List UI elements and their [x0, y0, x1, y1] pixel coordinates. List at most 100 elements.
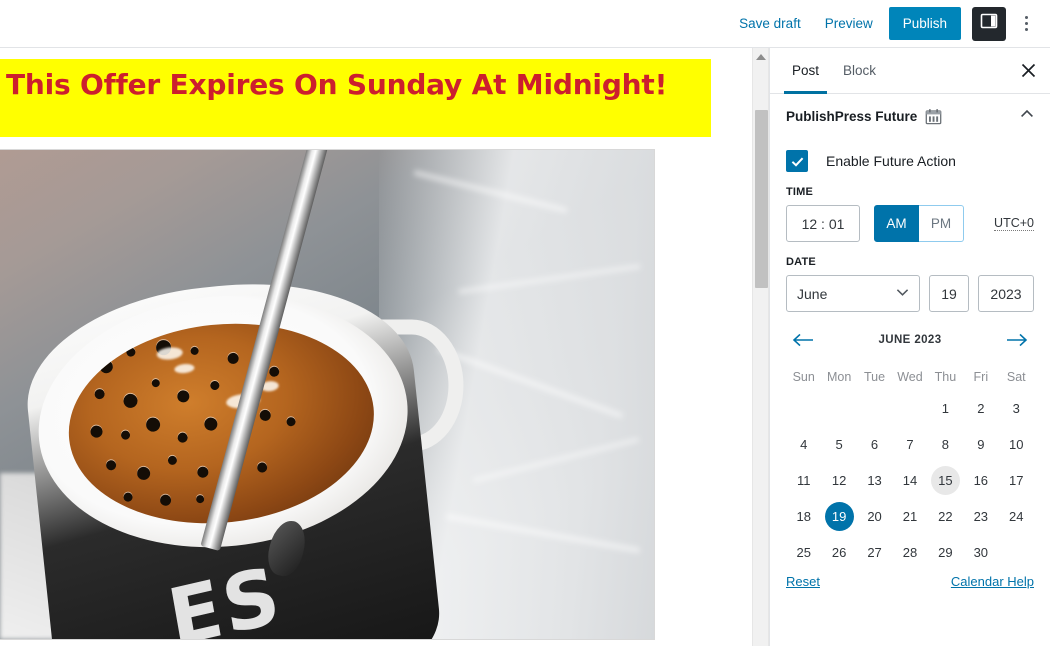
time-input[interactable]: 12 : 01	[786, 205, 860, 242]
sidebar-panel-icon	[980, 12, 998, 35]
calendar-weekday: Mon	[826, 370, 852, 384]
calendar-day[interactable]: 18	[789, 502, 818, 531]
calendar-weekday: Tue	[864, 370, 886, 384]
chevron-up-icon[interactable]	[1018, 105, 1036, 128]
am-button[interactable]: AM	[874, 205, 919, 242]
calendar-day[interactable]: 11	[789, 466, 818, 495]
calendar-day[interactable]: 20	[860, 502, 889, 531]
calendar-week-row: 4 5 6 7 8 9 10	[786, 426, 1034, 462]
calendar-day[interactable]: 22	[931, 502, 960, 531]
calendar-day[interactable]: 17	[1002, 466, 1031, 495]
enable-future-action-checkbox[interactable]	[786, 150, 808, 172]
settings-sidebar-toggle-button[interactable]	[972, 6, 1006, 41]
scroll-up-arrow-icon[interactable]	[755, 54, 766, 60]
check-icon	[791, 157, 803, 167]
calendar-day[interactable]: 9	[966, 430, 995, 459]
kebab-menu-icon	[1024, 16, 1028, 19]
preview-button[interactable]: Preview	[813, 7, 885, 40]
year-input[interactable]: 2023	[978, 275, 1034, 312]
enable-future-action-label: Enable Future Action	[826, 153, 956, 169]
image-block[interactable]: ES	[0, 149, 655, 640]
calendar-day[interactable]: 2	[966, 394, 995, 423]
publishpress-future-panel-body: Enable Future Action TIME 12 : 01 AM PM …	[770, 138, 1050, 570]
calendar-day[interactable]: 21	[895, 502, 924, 531]
close-sidebar-button[interactable]	[1012, 55, 1044, 87]
calendar-day[interactable]: 23	[966, 502, 995, 531]
calendar-week-row: 25 26 27 28 29 30	[786, 534, 1034, 570]
next-month-button[interactable]	[1000, 332, 1034, 348]
calendar-day[interactable]: 14	[895, 466, 924, 495]
calendar-day[interactable]: 5	[825, 430, 854, 459]
chevron-down-icon	[896, 288, 909, 300]
calendar-day[interactable]: 6	[860, 430, 889, 459]
calendar-weekday-header: Sun Mon Tue Wed Thu Fri Sat	[786, 364, 1034, 390]
calendar-weekday: Fri	[973, 370, 989, 384]
calendar-day[interactable]: 28	[895, 538, 924, 567]
calendar-day[interactable]: 15	[930, 465, 960, 495]
post-content-canvas: This Offer Expires On Sunday At Midnight…	[0, 48, 752, 646]
calendar-grid: Sun Mon Tue Wed Thu Fri Sat 1 2 3 4 5 6 7 8 9 10 11 12 13 1…	[786, 364, 1034, 570]
reset-link[interactable]: Reset	[786, 574, 820, 589]
calendar-day[interactable]: 27	[860, 538, 889, 567]
more-options-button[interactable]	[1012, 7, 1040, 41]
meridiem-toggle: AM PM	[874, 205, 964, 242]
scrollbar-thumb[interactable]	[755, 110, 768, 288]
calendar-footer: Reset Calendar Help	[770, 572, 1050, 589]
calendar-day[interactable]: 16	[966, 466, 995, 495]
calendar-day[interactable]: 7	[895, 430, 924, 459]
calendar-day[interactable]: 30	[966, 538, 995, 567]
calendar-day[interactable]: 4	[789, 430, 818, 459]
month-select[interactable]: June	[786, 275, 920, 312]
day-input[interactable]: 19	[929, 275, 969, 312]
calendar-week-row: 11 12 13 14 15 16 17	[786, 462, 1034, 498]
calendar-navigation: JUNE 2023	[786, 320, 1034, 360]
heading-block[interactable]: This Offer Expires On Sunday At Midnight…	[0, 59, 711, 137]
calendar-day[interactable]: 26	[825, 538, 854, 567]
tab-block[interactable]: Block	[831, 48, 888, 93]
calendar-weekday: Wed	[897, 370, 923, 384]
date-row: June 19 2023	[786, 275, 1034, 312]
arrow-right-icon	[1007, 333, 1028, 347]
calendar-day[interactable]: 19	[824, 501, 854, 531]
month-select-value: June	[797, 285, 828, 302]
settings-sidebar: Post Block PublishPress Future Enable Fu…	[769, 48, 1050, 646]
calendar-day-empty	[825, 394, 854, 423]
calendar-month-title: JUNE 2023	[878, 334, 942, 346]
calendar-day[interactable]: 3	[1002, 394, 1031, 423]
calendar-icon	[925, 108, 942, 125]
calendar-day-empty	[860, 394, 889, 423]
save-draft-button[interactable]: Save draft	[727, 7, 813, 40]
tab-post[interactable]: Post	[780, 48, 831, 94]
timezone-label[interactable]: UTC+0	[994, 216, 1034, 231]
calendar-day[interactable]: 10	[1002, 430, 1031, 459]
calendar-day[interactable]: 24	[1002, 502, 1031, 531]
calendar-day[interactable]: 1	[931, 394, 960, 423]
calendar-day[interactable]: 13	[860, 466, 889, 495]
calendar-weekday: Thu	[934, 370, 957, 384]
publishpress-future-panel-header[interactable]: PublishPress Future	[770, 94, 1050, 138]
time-field-label: TIME	[786, 186, 814, 198]
date-field-label: DATE	[786, 256, 816, 268]
calendar-day[interactable]: 29	[931, 538, 960, 567]
enable-future-action-row[interactable]: Enable Future Action	[786, 150, 1034, 172]
calendar-week-row: 18 19 20 21 22 23 24	[786, 498, 1034, 534]
calendar-day[interactable]: 25	[789, 538, 818, 567]
sidebar-tabs: Post Block	[770, 48, 1050, 94]
previous-month-button[interactable]	[786, 332, 820, 348]
coffee-cup: ES	[9, 150, 464, 639]
coffee-photo: ES	[0, 150, 654, 639]
editor-top-bar: Save draft Preview Publish	[0, 0, 1050, 48]
pm-button[interactable]: PM	[919, 205, 964, 242]
calendar-day-empty	[789, 394, 818, 423]
vertical-scrollbar[interactable]	[752, 48, 769, 646]
calendar-help-link[interactable]: Calendar Help	[951, 574, 1034, 589]
arrow-left-icon	[792, 333, 813, 347]
calendar-day[interactable]: 8	[931, 430, 960, 459]
calendar-week-row: 123	[786, 390, 1034, 426]
calendar-weekday: Sun	[792, 370, 815, 384]
wordpress-block-editor: Save draft Preview Publish This Offer Ex…	[0, 0, 1050, 646]
publish-button[interactable]: Publish	[888, 7, 961, 40]
calendar-day[interactable]: 12	[825, 466, 854, 495]
panel-title: PublishPress Future	[786, 108, 918, 124]
calendar-weekday: Sat	[1006, 370, 1026, 384]
